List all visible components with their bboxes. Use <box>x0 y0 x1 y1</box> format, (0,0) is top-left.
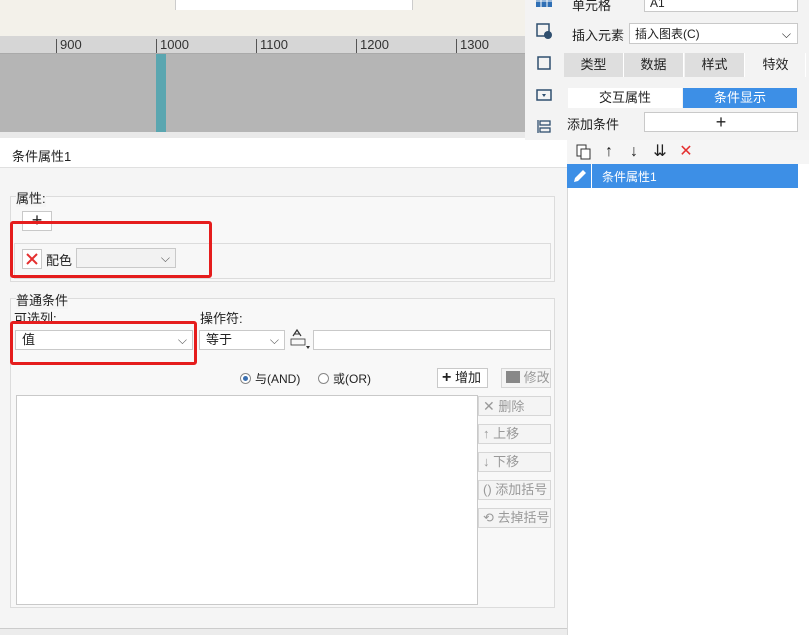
arrow-up-icon: ↑ <box>483 426 490 441</box>
edit-icon <box>506 371 520 383</box>
subtab-conditional-display[interactable]: 条件显示 <box>683 88 797 108</box>
value-type-icon[interactable] <box>289 328 311 350</box>
or-radio[interactable] <box>318 373 329 384</box>
dropdown-widget-icon[interactable] <box>535 86 553 104</box>
add-button[interactable]: + 增加 <box>437 368 488 388</box>
chevron-down-icon: ⌵ <box>269 333 279 347</box>
condition-list-panel <box>567 140 809 635</box>
horizontal-ruler: 900 1000 1100 1200 1300 <box>0 36 525 54</box>
pencil-icon <box>571 167 589 185</box>
condition-list[interactable] <box>16 395 478 605</box>
operator-label: 操作符: <box>200 311 243 326</box>
highlight-box <box>10 321 197 365</box>
dialog-title: 条件属性1 <box>12 149 72 164</box>
list-toolbar: ↑ ↓ ⇊ ✕ <box>567 140 809 164</box>
and-label: 与(AND) <box>255 372 301 386</box>
value-input[interactable] <box>313 330 551 350</box>
plus-icon: + <box>442 369 452 386</box>
tab-data[interactable]: 数据 <box>624 53 684 77</box>
ruler-tick <box>56 39 57 53</box>
widget-icon[interactable] <box>535 54 553 72</box>
list-item[interactable]: 条件属性1 <box>567 164 798 188</box>
modify-button-label: 修改 <box>523 370 550 385</box>
add-paren-button[interactable]: () 添加括号 <box>478 480 551 500</box>
item-divider <box>591 164 592 188</box>
ruler-tick <box>456 39 457 53</box>
parentheses-icon: () <box>483 482 492 497</box>
ruler-label: 1100 <box>260 37 288 52</box>
add-paren-label: 添加括号 <box>495 482 548 497</box>
tab-type[interactable]: 类型 <box>564 53 624 77</box>
move-up-button[interactable]: ↑ 上移 <box>478 424 551 444</box>
attribute-group-label: 属性: <box>16 188 46 207</box>
or-label: 或(OR) <box>333 372 371 386</box>
remove-paren-label: 去掉括号 <box>497 510 550 525</box>
tab-style[interactable]: 样式 <box>685 53 745 77</box>
copy-icon[interactable] <box>574 143 592 161</box>
side-toolbar <box>525 0 563 140</box>
grid-icon[interactable] <box>535 0 553 12</box>
tab-effects[interactable]: 特效 <box>746 53 806 77</box>
bottom-scroll-strip <box>0 628 567 635</box>
ruler-label: 1300 <box>460 37 489 52</box>
operator-value: 等于 <box>206 332 233 347</box>
remove-paren-button[interactable]: ⟲ 去掉括号 <box>478 508 551 528</box>
ruler-tick <box>156 39 157 53</box>
arrow-down-icon: ↓ <box>483 454 490 469</box>
move-down-label: 下移 <box>493 454 520 469</box>
add-button-label: 增加 <box>454 370 481 385</box>
remove-parentheses-icon: ⟲ <box>483 510 494 525</box>
close-icon: ✕ <box>483 398 495 414</box>
layer-icon[interactable] <box>535 118 553 136</box>
move-bottom-icon[interactable]: ⇊ <box>651 143 669 161</box>
selected-column-marker <box>156 54 166 132</box>
add-condition-label: 添加条件 <box>567 117 620 132</box>
arrow-down-icon[interactable]: ↓ <box>625 143 643 161</box>
move-up-label: 上移 <box>493 426 520 441</box>
ruler-label: 900 <box>60 37 82 52</box>
canvas-header-strip <box>0 10 525 36</box>
property-panel: 单元格 A1 插入元素 插入图表(C) ⌵ 类型 数据 样式 特效 交互属性 条… <box>563 0 809 140</box>
ruler-tick <box>356 39 357 53</box>
add-condition-button[interactable]: + <box>644 112 798 132</box>
delete-button-label: 删除 <box>498 399 525 414</box>
cell-label: 单元格 <box>572 0 612 13</box>
condition-dialog-body: 属性: + 配色 ⌵ 普通条件 可选列: 操作符: 值 ⌵ 等于 ⌵ 与(AND… <box>0 168 567 635</box>
subtab-interaction[interactable]: 交互属性 <box>568 88 682 108</box>
dialog-title-bar: 条件属性1 <box>0 140 567 168</box>
ruler-label: 1200 <box>360 37 389 52</box>
chevron-down-icon: ⌵ <box>781 27 791 41</box>
and-radio[interactable] <box>240 373 251 384</box>
modify-button[interactable]: 修改 <box>501 368 551 388</box>
report-canvas[interactable] <box>0 54 525 132</box>
sheet-tab-area[interactable] <box>175 0 413 10</box>
insert-element-select[interactable]: 插入图表(C) ⌵ <box>629 23 798 44</box>
cell-attr-icon[interactable] <box>535 22 553 40</box>
plus-icon: + <box>715 112 727 132</box>
operator-select[interactable]: 等于 ⌵ <box>199 330 285 350</box>
delete-icon[interactable]: ✕ <box>677 143 695 161</box>
insert-element-label: 插入元素 <box>572 28 625 43</box>
ruler-tick <box>256 39 257 53</box>
delete-button[interactable]: ✕ 删除 <box>478 396 551 416</box>
canvas-separator <box>0 132 525 138</box>
move-down-button[interactable]: ↓ 下移 <box>478 452 551 472</box>
ruler-label: 1000 <box>160 37 189 52</box>
highlight-box <box>10 221 212 278</box>
list-item-label: 条件属性1 <box>602 170 657 184</box>
cell-input[interactable]: A1 <box>644 0 798 12</box>
normal-condition-label: 普通条件 <box>16 290 69 309</box>
insert-element-value: 插入图表(C) <box>635 27 700 41</box>
arrow-up-icon[interactable]: ↑ <box>600 143 618 161</box>
